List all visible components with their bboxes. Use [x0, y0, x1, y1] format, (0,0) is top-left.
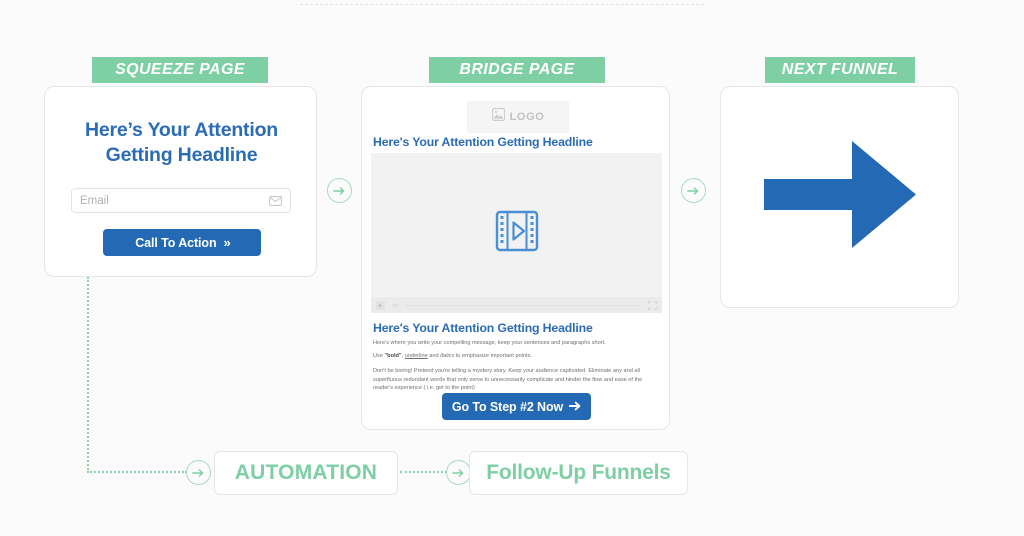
fullscreen-icon[interactable]	[648, 300, 657, 310]
dotted-path-to-follow-up	[400, 471, 447, 473]
video-progress-track[interactable]	[406, 304, 642, 306]
email-field[interactable]: Email	[71, 188, 291, 213]
funnel-diagram: SQUEEZE PAGE BRIDGE PAGE NEXT FUNNEL Her…	[0, 0, 1024, 536]
squeeze-page-headline: Here’s Your Attention Getting Headline	[85, 119, 278, 167]
follow-up-funnels-label: Follow-Up Funnels	[486, 461, 671, 484]
email-placeholder-text: Email	[80, 194, 109, 207]
bridge-cta-label: Go To Step #2 Now	[451, 399, 564, 414]
call-to-action-button[interactable]: Call To Action »	[103, 229, 261, 256]
next-funnel-card[interactable]	[720, 86, 959, 308]
logo-text: LOGO	[509, 111, 545, 123]
section-label-squeeze-page: SQUEEZE PAGE	[92, 57, 268, 83]
cta-label: Call To Action	[135, 235, 217, 250]
connector-arrow-bridge-to-next-funnel	[681, 178, 706, 203]
dotted-path-vertical	[87, 277, 89, 473]
image-placeholder-icon	[491, 108, 505, 126]
bridge-body-paragraph-1: Here's where you write your compelling m…	[373, 340, 606, 346]
big-arrow-right-icon	[763, 141, 916, 253]
p2-post: to emphasize important points.	[454, 353, 532, 359]
bridge-page-subheadline: Here's Your Attention Getting Headline	[373, 321, 593, 335]
play-icon[interactable]	[376, 300, 385, 310]
p2-pre: Use	[373, 353, 385, 359]
dotted-path-to-automation	[87, 471, 187, 473]
video-player-controls[interactable]	[371, 297, 662, 313]
envelope-icon	[269, 195, 282, 206]
squeeze-page-card[interactable]: Here’s Your Attention Getting Headline E…	[44, 86, 317, 277]
connector-arrow-to-follow-up-funnels	[446, 460, 471, 485]
section-label-next-funnel: NEXT FUNNEL	[765, 57, 915, 83]
connector-arrow-squeeze-to-bridge	[327, 178, 352, 203]
volume-icon[interactable]	[391, 301, 400, 310]
p2-bold: "bold"	[384, 353, 402, 359]
automation-label: AUTOMATION	[234, 461, 378, 484]
bridge-page-card[interactable]: LOGO Here's Your Attention Getting Headl…	[361, 86, 670, 430]
bridge-body-paragraph-2: Use "bold", underline and italics to emp…	[373, 352, 659, 361]
section-label-bridge-page: BRIDGE PAGE	[429, 57, 605, 83]
video-placeholder[interactable]	[371, 153, 662, 313]
logo-placeholder: LOGO	[467, 101, 569, 133]
p2-underline: underline	[404, 353, 428, 359]
double-chevron-right-icon: »	[223, 235, 231, 250]
top-cutoff-divider	[300, 4, 704, 5]
bridge-page-headline: Here's Your Attention Getting Headline	[373, 135, 593, 149]
arrow-right-icon	[568, 400, 581, 414]
p2-italic: italics	[440, 353, 455, 359]
go-to-step-2-button[interactable]: Go To Step #2 Now	[442, 393, 591, 420]
automation-box[interactable]: AUTOMATION	[214, 451, 398, 495]
connector-arrow-to-automation	[186, 460, 211, 485]
p2-mid2: and	[427, 353, 441, 359]
follow-up-funnels-box[interactable]: Follow-Up Funnels	[469, 451, 688, 495]
video-play-icon	[495, 210, 539, 257]
bridge-body-paragraph-3: Don't be boring! Pretend you're telling …	[373, 368, 643, 392]
